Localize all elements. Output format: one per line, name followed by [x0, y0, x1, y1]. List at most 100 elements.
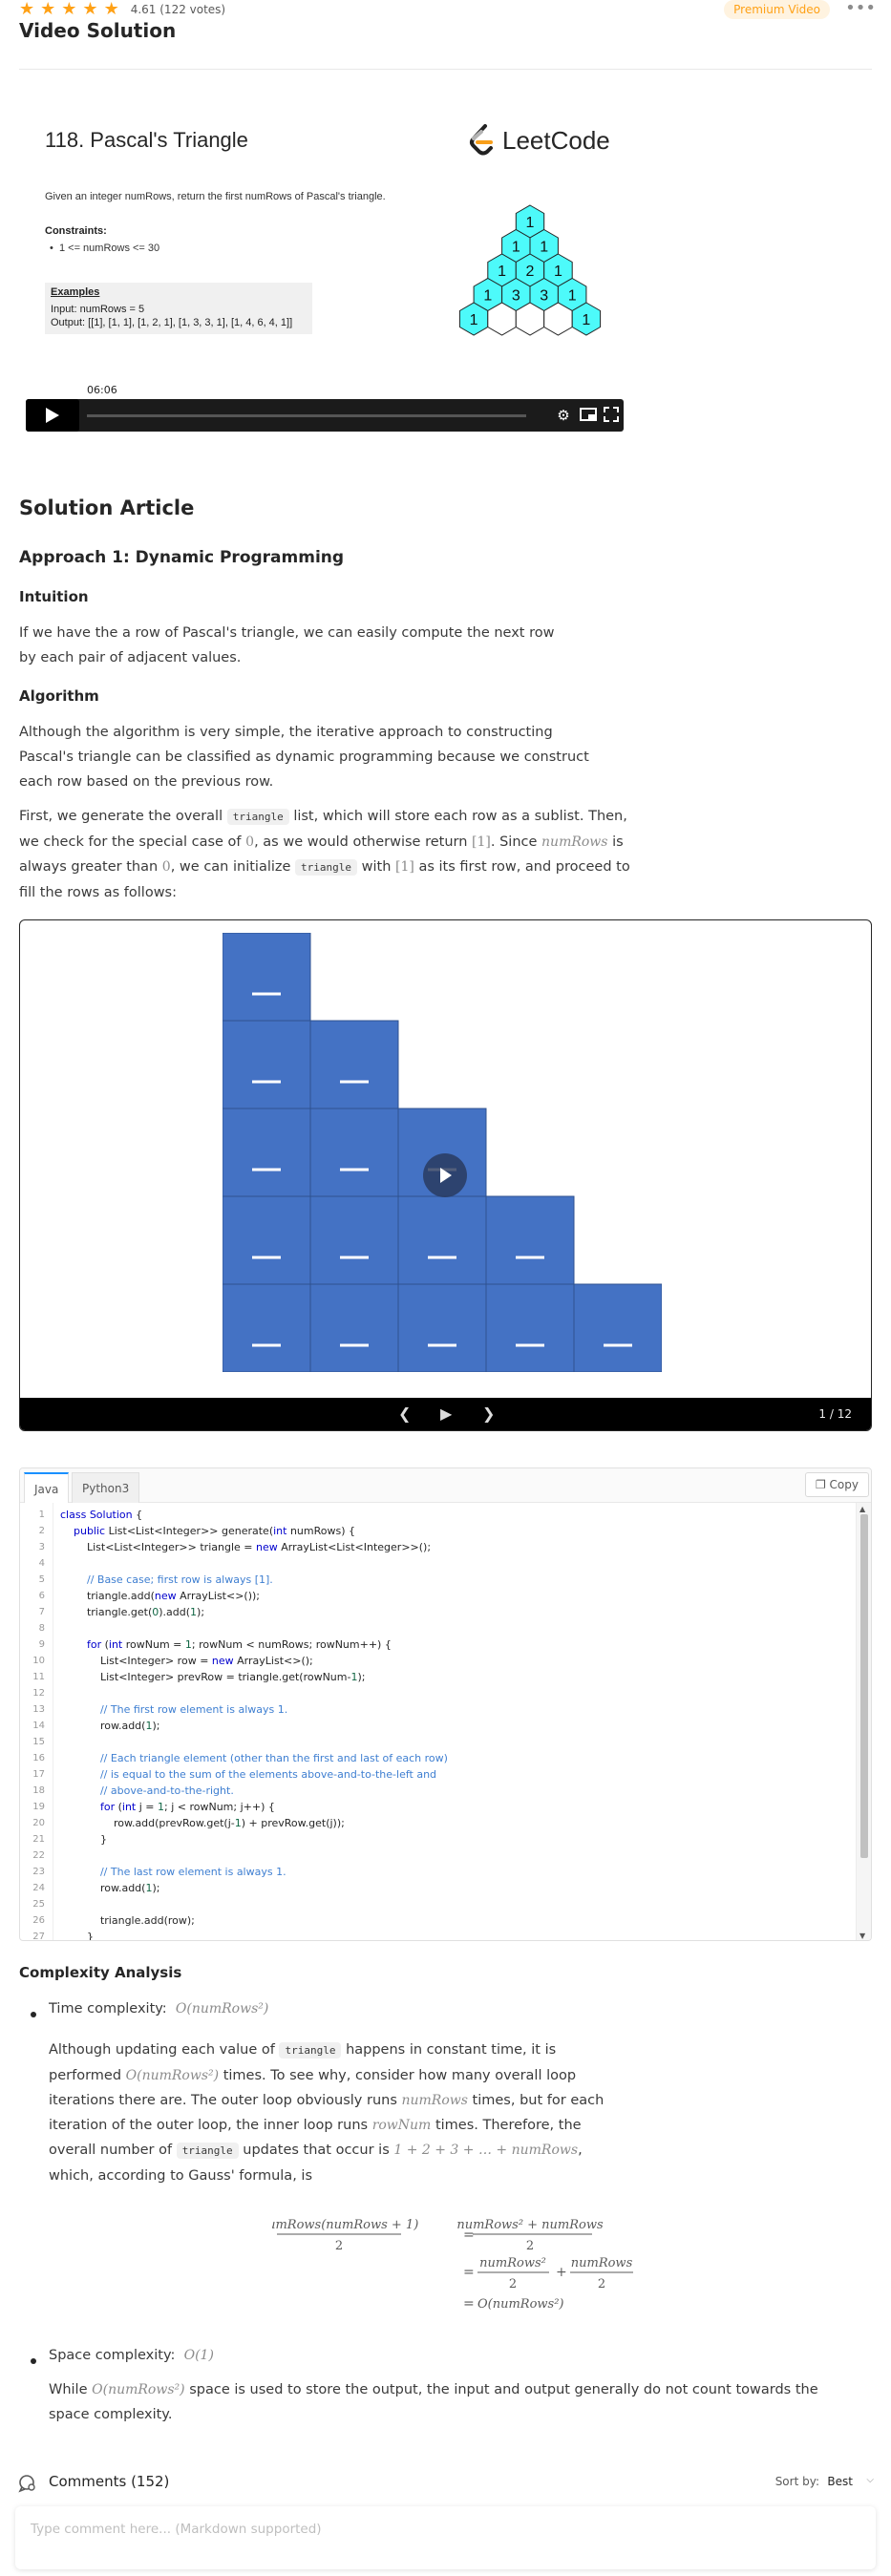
code-line: 23 // The last row element is always 1. — [20, 1864, 857, 1880]
line-number: 19 — [32, 1802, 45, 1812]
approach-heading: Approach 1: Dynamic Programming — [19, 548, 345, 567]
code-line: 2 public List<List<Integer>> generate(in… — [20, 1523, 857, 1539]
play-button[interactable] — [26, 399, 79, 432]
copy-button[interactable]: ❐ Copy — [804, 1472, 869, 1497]
code-line: 22 — [20, 1848, 857, 1864]
star-icon[interactable]: ★ — [40, 1, 55, 18]
triangle-hex-value: 1 — [568, 288, 577, 305]
code-text: } — [60, 1931, 94, 1941]
grid-cell — [309, 1283, 399, 1372]
triangle-hex-value: 2 — [526, 264, 535, 280]
grid-cell — [223, 1283, 311, 1372]
code-line: 25 — [20, 1896, 857, 1912]
chevron-down-icon[interactable]: ⌵ — [866, 2475, 874, 2485]
line-number: 3 — [38, 1542, 45, 1552]
triangle-hex-value: 1 — [526, 215, 535, 231]
gauss-formula: numRows(numRows + 1) 2 = numRows² + numR… — [272, 2218, 633, 2312]
slideshow-play-button[interactable] — [423, 1153, 467, 1197]
comments-icon — [18, 2475, 35, 2493]
line-number: 24 — [32, 1883, 45, 1893]
code-area[interactable]: 1 class Solution {2 public List<List<Inte… — [20, 1503, 857, 1941]
play-icon — [440, 1168, 452, 1183]
code-text: triangle.add(new ArrayList<>()); — [60, 1590, 261, 1602]
code-line: 3 List<List<Integer>> triangle = new Arr… — [20, 1539, 857, 1555]
next-slide-icon[interactable]: ❯ — [482, 1405, 495, 1423]
sort-dropdown[interactable]: Best — [827, 2475, 853, 2488]
comment-input[interactable]: Type comment here... (Markdown supported… — [15, 2506, 876, 2569]
line-number: 20 — [32, 1818, 45, 1828]
grid-cell — [309, 1108, 399, 1197]
picture-in-picture-icon[interactable] — [580, 407, 597, 424]
bullet — [31, 2012, 36, 2017]
formula-plus: + — [556, 2265, 567, 2280]
tab-java[interactable]: Java — [24, 1472, 70, 1503]
tab-python3[interactable]: Python3 — [72, 1472, 140, 1503]
code-line: 27 } — [20, 1929, 857, 1941]
scrollbar[interactable]: ▲ ▼ — [856, 1503, 871, 1940]
scroll-up-icon[interactable]: ▲ — [859, 1505, 865, 1513]
line-number: 9 — [38, 1639, 45, 1650]
line-number: 16 — [32, 1753, 45, 1763]
progress-bar[interactable] — [87, 414, 526, 417]
triangle-hex-value: 1 — [512, 240, 520, 256]
ellipsis-icon[interactable]: ••• — [845, 0, 876, 17]
line-number: 18 — [32, 1785, 45, 1796]
space-complexity-text: While O(numRows²) space is used to store… — [49, 2382, 818, 2422]
triangle-hex-value: 3 — [512, 288, 520, 305]
fullscreen-icon[interactable] — [603, 407, 620, 424]
code-text: for (int j = 1; j < rowNum; j++) { — [99, 1801, 275, 1813]
star-icon[interactable]: ★ — [61, 1, 76, 18]
code-line: 21 } — [20, 1831, 857, 1848]
triangle-hex-value: 1 — [483, 288, 492, 305]
code-text: List<Integer> row = new ArrayList<>(); — [60, 1655, 313, 1667]
slideshow[interactable]: ❮ ▶ ❯ 1 / 12 — [19, 919, 872, 1431]
settings-icon[interactable]: ⚙ — [555, 407, 572, 424]
scroll-thumb[interactable] — [860, 1514, 868, 1858]
code-line: 6 triangle.add(new ArrayList<>()); — [20, 1588, 857, 1604]
code-text: // above-and-to-the-right. — [99, 1784, 234, 1797]
line-number: 6 — [38, 1591, 45, 1601]
code-line: 15 — [20, 1734, 857, 1750]
star-icon[interactable]: ★ — [82, 1, 97, 18]
inline-code: triangle — [295, 859, 358, 876]
star-icon[interactable]: ★ — [19, 1, 34, 18]
code-line: 9 for (int rowNum = 1; rowNum < numRows;… — [20, 1636, 857, 1653]
code-line: 26 triangle.add(row); — [20, 1912, 857, 1929]
divider — [19, 69, 872, 70]
formula-denominator: 2 — [598, 2277, 605, 2291]
play-icon[interactable]: ▶ — [440, 1405, 452, 1423]
code-line: 1 class Solution { — [20, 1507, 857, 1523]
language-tabs: Java Python3 ❐ Copy — [20, 1468, 871, 1503]
line-number: 14 — [32, 1721, 45, 1731]
code-text: List<Integer> prevRow = triangle.get(row… — [60, 1671, 366, 1683]
grid-cell — [309, 1195, 399, 1285]
constraints-label: Constraints: — [45, 225, 107, 237]
code-line: 24 row.add(1); — [20, 1880, 857, 1896]
time-complexity: Time complexity: O(numRows²) — [49, 2001, 269, 2016]
slideshow-controls: ❮ ▶ ❯ 1 / 12 — [20, 1398, 871, 1430]
video-controls: 06:06 ⚙ — [26, 384, 624, 432]
code-text: for (int rowNum = 1; rowNum < numRows; r… — [86, 1638, 392, 1651]
video-player[interactable]: 118. Pascal's Triangle LeetCode Given an… — [19, 95, 630, 439]
line-number: 27 — [32, 1932, 45, 1941]
star-icon[interactable]: ★ — [104, 1, 119, 18]
triangle-hex-value: 1 — [498, 264, 506, 280]
code-line: 18 // above-and-to-the-right. — [20, 1783, 857, 1799]
line-number: 5 — [38, 1574, 45, 1585]
line-number: 17 — [32, 1769, 45, 1780]
code-line: 8 — [20, 1620, 857, 1636]
inline-code: triangle — [226, 809, 289, 825]
code-line: 16 // Each triangle element (other than … — [20, 1750, 857, 1766]
formula-numerator: numRows — [571, 2256, 633, 2270]
line-number: 13 — [32, 1704, 45, 1715]
leetcode-logo-text: LeetCode — [502, 125, 610, 155]
scroll-down-icon[interactable]: ▼ — [859, 1932, 865, 1940]
copy-icon: ❐ — [815, 1478, 826, 1491]
article-title: Solution Article — [19, 496, 195, 519]
code-line: 10 List<Integer> row = new ArrayList<>()… — [20, 1653, 857, 1669]
formula-numerator: numRows(numRows + 1) — [272, 2218, 418, 2232]
algorithm-heading: Algorithm — [19, 687, 99, 705]
code-line: 12 — [20, 1685, 857, 1701]
triangle-hex-value: 1 — [554, 264, 562, 280]
previous-slide-icon[interactable]: ❮ — [398, 1405, 411, 1423]
